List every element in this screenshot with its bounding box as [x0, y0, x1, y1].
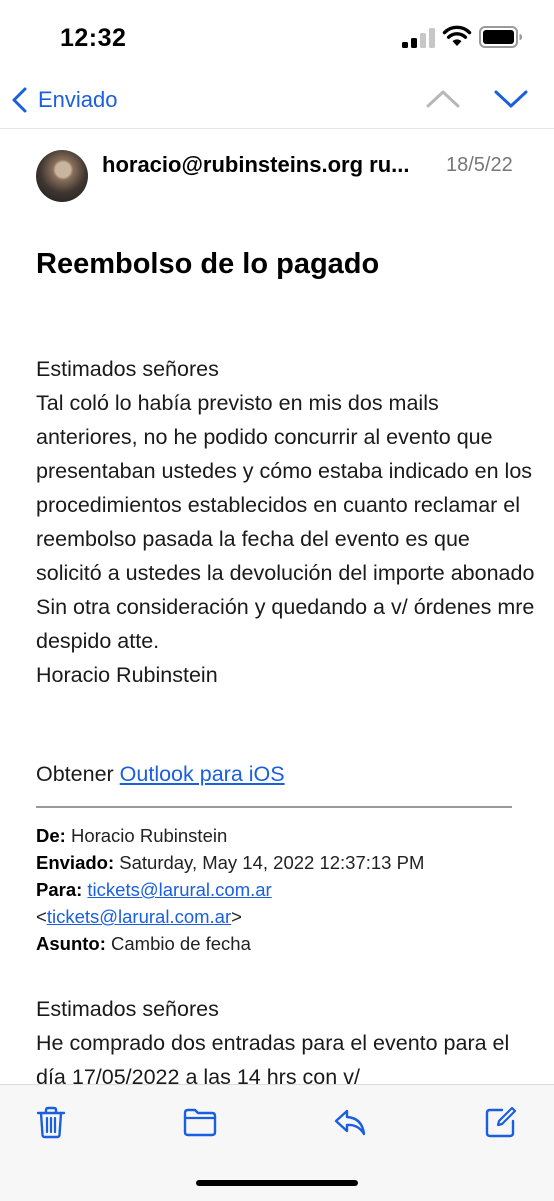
forwarded-body-line: Estimados señores — [36, 997, 219, 1021]
reply-icon[interactable] — [333, 1105, 367, 1139]
trash-icon[interactable] — [34, 1105, 68, 1139]
to-label: Para: — [36, 879, 83, 900]
forwarded-header: De: Horacio Rubinstein Enviado: Saturday… — [36, 822, 536, 957]
bracket-close: > — [231, 906, 242, 927]
from-value: Horacio Rubinstein — [70, 825, 228, 846]
to-email-link-2[interactable]: tickets@larural.com.ar — [47, 906, 231, 927]
sent-value: Saturday, May 14, 2022 12:37:13 PM — [119, 852, 425, 873]
body-line: Horacio Rubinstein — [36, 663, 218, 687]
to-email-link[interactable]: tickets@larural.com.ar — [87, 879, 271, 900]
forwarded-to-row-2: <tickets@larural.com.ar> — [36, 903, 536, 930]
forwarded-subject-row: Asunto: Cambio de fecha — [36, 930, 536, 957]
forwarded-body-line: He comprado dos entradas para el evento … — [36, 1031, 510, 1084]
next-message-chevron-down-icon[interactable] — [492, 84, 530, 114]
previous-message-chevron-up-icon[interactable] — [424, 84, 462, 114]
message-body: Estimados señores Tal coló lo había prev… — [36, 352, 536, 692]
signature-line: Obtener Outlook para iOS — [36, 762, 285, 787]
forwarded-body: Estimados señores He comprado dos entrad… — [36, 992, 536, 1084]
folder-icon[interactable] — [183, 1105, 217, 1139]
bracket-open: < — [36, 906, 47, 927]
chevron-left-icon — [12, 87, 27, 113]
wifi-icon — [442, 25, 472, 46]
body-line: Estimados señores — [36, 357, 219, 381]
status-time: 12:32 — [60, 24, 127, 52]
forward-divider — [36, 806, 512, 808]
forwarded-from-row: De: Horacio Rubinstein — [36, 822, 536, 849]
back-button[interactable]: Enviado — [10, 82, 118, 118]
sender-address[interactable]: horacio@rubinsteins.org ru... — [102, 152, 409, 178]
back-label: Enviado — [38, 87, 118, 112]
navigation-bar: Enviado — [0, 72, 554, 129]
message-subject: Reembolso de lo pagado — [36, 248, 380, 280]
home-indicator[interactable] — [196, 1180, 358, 1186]
from-label: De: — [36, 825, 66, 846]
sent-label: Enviado: — [36, 852, 115, 873]
forwarded-sent-row: Enviado: Saturday, May 14, 2022 12:37:13… — [36, 849, 536, 876]
outlook-ios-link[interactable]: Outlook para iOS — [120, 762, 285, 786]
message-date: 18/5/22 — [446, 154, 513, 176]
subject-label: Asunto: — [36, 933, 106, 954]
forwarded-to-row: Para: tickets@larural.com.ar — [36, 876, 536, 903]
body-line: Sin otra consideración y quedando a v/ ó… — [36, 595, 535, 653]
signature-prefix: Obtener — [36, 762, 120, 786]
compose-icon[interactable] — [484, 1105, 518, 1139]
battery-icon — [479, 26, 522, 48]
subject-value: Cambio de fecha — [111, 933, 251, 954]
status-bar: 12:32 — [0, 0, 554, 72]
body-line: Tal coló lo había previsto en mis dos ma… — [36, 391, 535, 585]
cellular-signal-icon — [402, 28, 435, 48]
sender-avatar[interactable] — [36, 150, 88, 202]
